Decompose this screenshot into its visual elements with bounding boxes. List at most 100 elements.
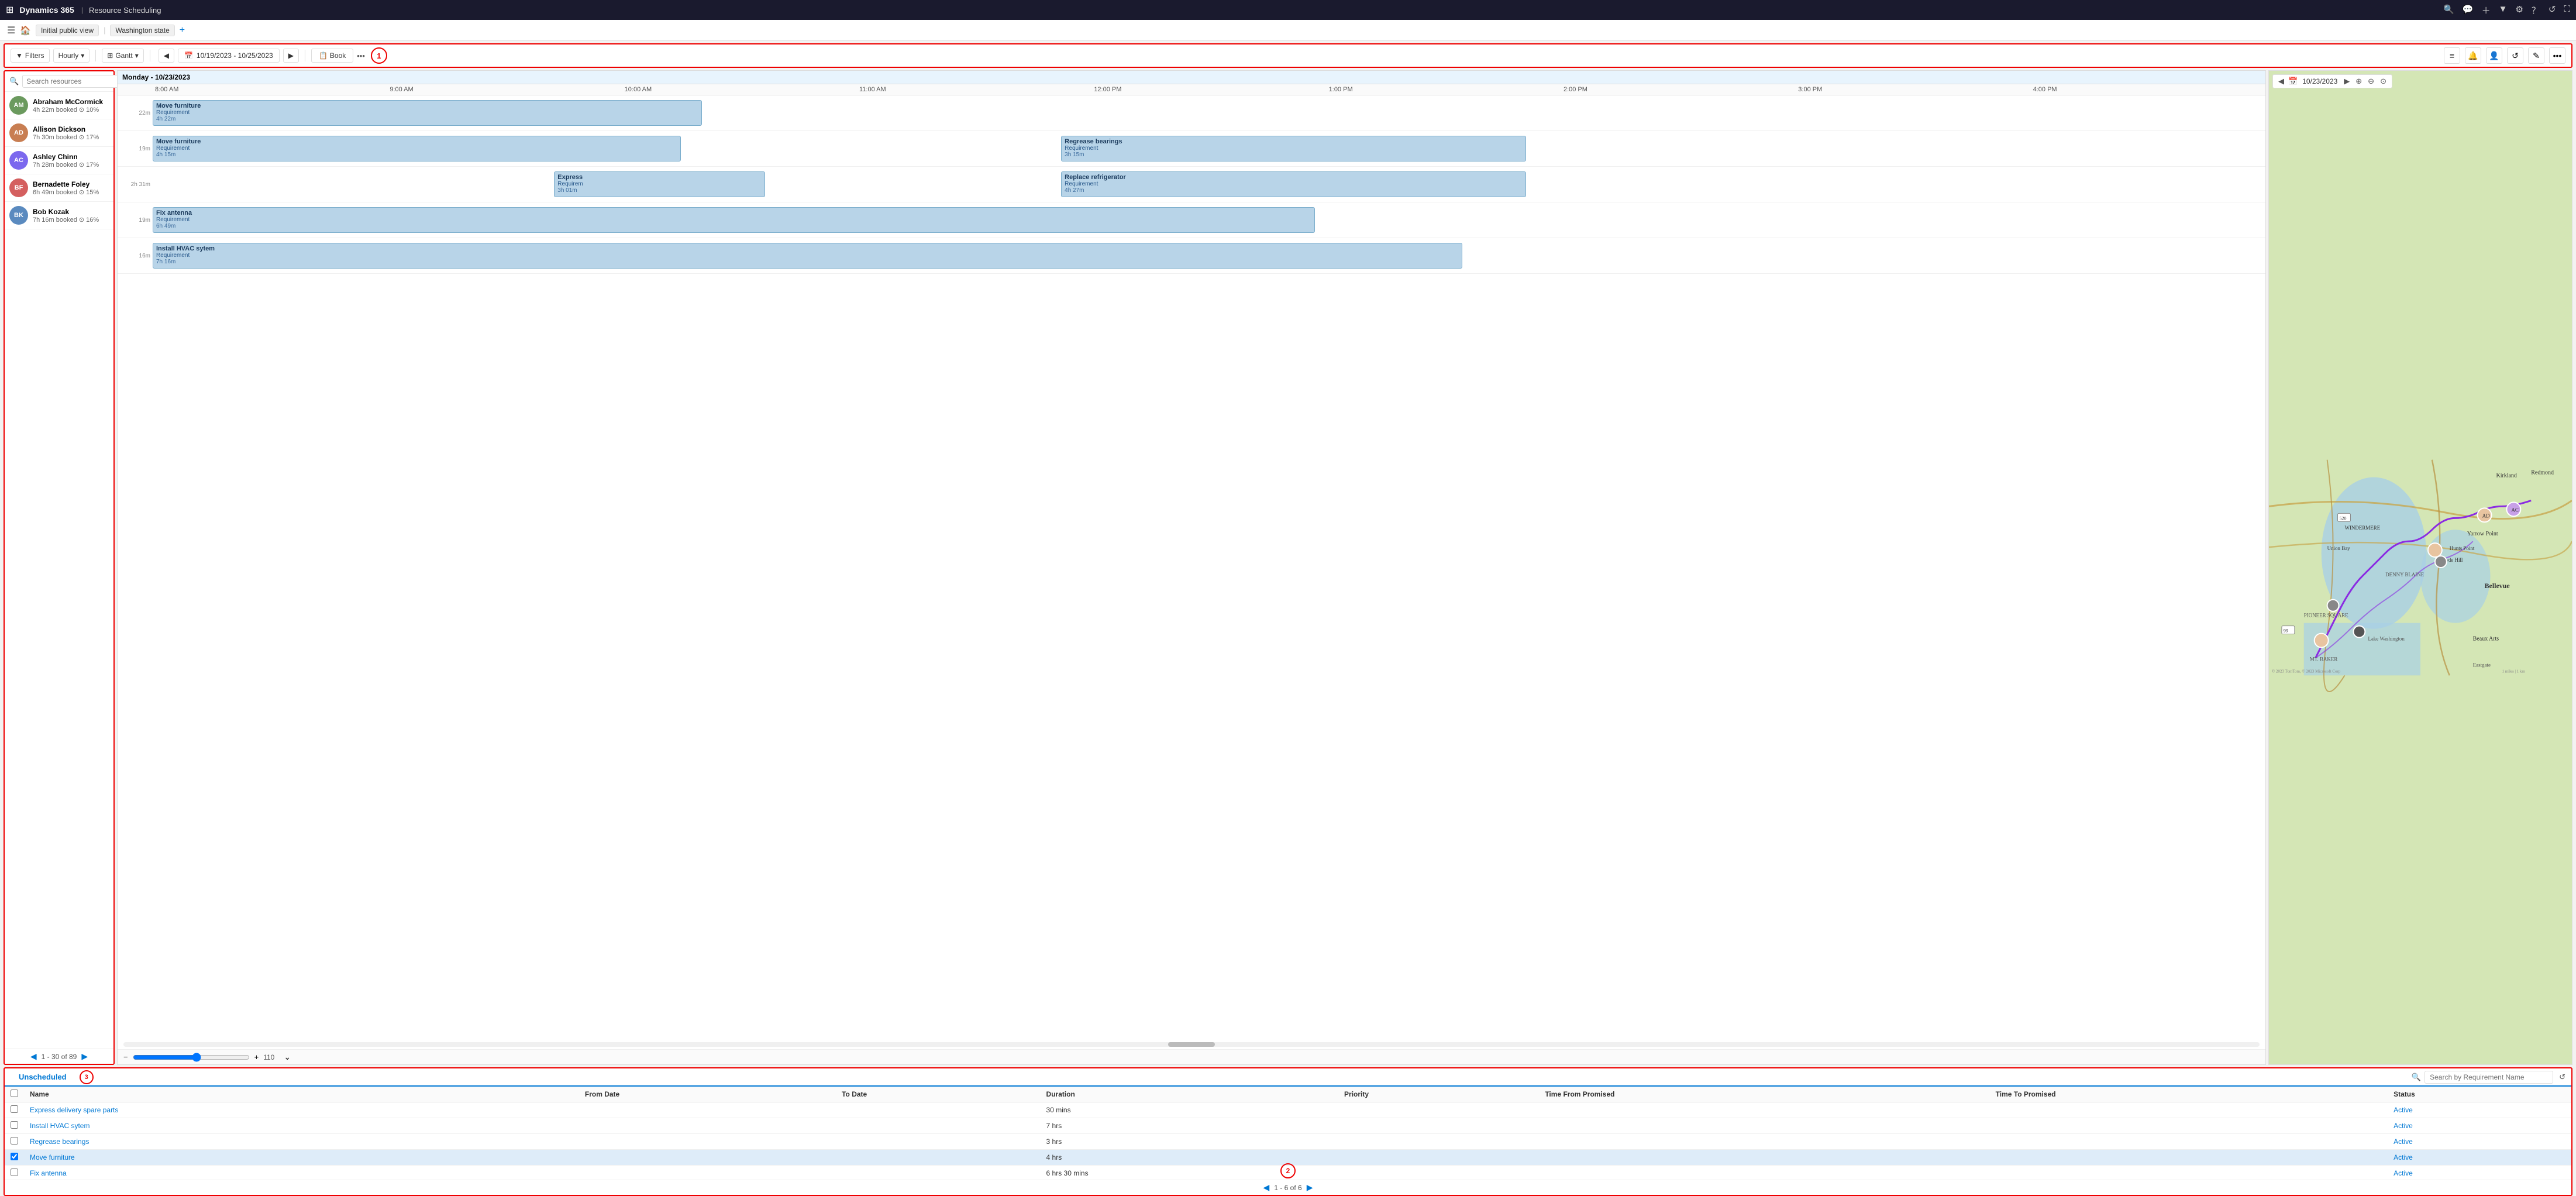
zoom-out-icon[interactable]: − <box>123 1053 128 1061</box>
gantt-block[interactable]: Express Requirem 3h 01m <box>554 171 765 197</box>
hourly-button[interactable]: Hourly ▾ <box>53 49 90 63</box>
filter-nav-icon[interactable]: ▼ <box>2499 4 2508 16</box>
gantt-button[interactable]: ⊞ Gantt ▾ <box>102 49 143 63</box>
refresh-bottom-icon[interactable]: ↺ <box>2559 1073 2565 1082</box>
row-checkbox[interactable] <box>11 1153 18 1160</box>
map-svg: Kirkland Redmond WINDERMERE Union Bay Ya… <box>2269 71 2572 1064</box>
table-row[interactable]: Regrease bearings 3 hrs Active <box>5 1134 2571 1150</box>
prev-date-button[interactable]: ◀ <box>159 49 174 63</box>
svg-text:© 2023 TomTom, © 2023 Microsof: © 2023 TomTom, © 2023 Microsoft Corp <box>2272 669 2341 673</box>
gantt-block[interactable]: Move furniture Requirement 4h 22m <box>153 100 702 126</box>
help-icon[interactable]: ？ <box>2532 4 2540 16</box>
table-header: Name From Date To Date Duration Priority… <box>5 1087 2571 1102</box>
block-time: 4h 22m <box>156 116 698 122</box>
hamburger-icon[interactable]: ☰ <box>7 25 15 36</box>
edit-icon[interactable]: ✎ <box>2528 47 2544 64</box>
col-from-date: From Date <box>579 1087 836 1102</box>
table-row[interactable]: Install HVAC sytem 7 hrs Active <box>5 1118 2571 1134</box>
col-priority: Priority <box>1338 1087 1539 1102</box>
req-name[interactable]: Fix antenna <box>24 1166 579 1180</box>
col-time-to: Time To Promised <box>1990 1087 2388 1102</box>
req-name[interactable]: Move furniture <box>24 1150 579 1166</box>
unscheduled-tab[interactable]: Unscheduled <box>11 1068 75 1087</box>
req-status[interactable]: Active <box>2388 1166 2571 1180</box>
svg-text:Beaux Arts: Beaux Arts <box>2473 636 2499 642</box>
list-view-icon[interactable]: ≡ <box>2444 47 2460 64</box>
map-zoom-in[interactable]: ⊕ <box>2354 77 2364 86</box>
req-status[interactable]: Active <box>2388 1102 2571 1118</box>
search-nav-icon[interactable]: 🔍 <box>2443 4 2454 16</box>
person-icon[interactable]: 👤 <box>2486 47 2502 64</box>
resource-item[interactable]: BF Bernadette Foley 6h 49m booked ⊙ 15% <box>5 174 113 202</box>
add-nav-icon[interactable]: ＋ <box>2482 4 2491 16</box>
table-row[interactable]: Express delivery spare parts 30 mins Act… <box>5 1102 2571 1118</box>
more-icon[interactable]: ••• <box>2549 47 2565 64</box>
resource-pagination: ◀ 1 - 30 of 89 ▶ <box>5 1049 113 1064</box>
gantt-block[interactable]: Install HVAC sytem Requirement 7h 16m <box>153 243 1462 269</box>
filters-button[interactable]: ▼ Filters <box>11 49 50 63</box>
main-toolbar: ▼ Filters Hourly ▾ ⊞ Gantt ▾ ◀ 📅 10/19/2… <box>4 43 2572 68</box>
home-icon[interactable]: 🏠 <box>20 25 31 36</box>
row-checkbox[interactable] <box>11 1168 18 1176</box>
resource-item[interactable]: AD Allison Dickson 7h 30m booked ⊙ 17% <box>5 119 113 147</box>
view1-pill[interactable]: Initial public view <box>36 25 99 36</box>
module-name: Resource Scheduling <box>89 6 161 15</box>
req-status[interactable]: Active <box>2388 1134 2571 1150</box>
block-title: Move furniture <box>156 138 677 145</box>
next-date-button[interactable]: ▶ <box>283 49 299 63</box>
resource-item[interactable]: AM Abraham McCormick 4h 22m booked ⊙ 10% <box>5 92 113 119</box>
notification-icon[interactable]: 🔔 <box>2465 47 2481 64</box>
gantt-block[interactable]: Fix antenna Requirement 6h 49m <box>153 207 1315 233</box>
row-checkbox[interactable] <box>11 1137 18 1145</box>
svg-text:Bellevue: Bellevue <box>2485 582 2510 590</box>
zoom-slider[interactable] <box>133 1053 250 1062</box>
block-time: 3h 15m <box>1065 152 1523 158</box>
req-name[interactable]: Install HVAC sytem <box>24 1118 579 1134</box>
prev-bottom-btn[interactable]: ◀ <box>1263 1183 1270 1192</box>
map-next-btn[interactable]: ▶ <box>2342 77 2351 86</box>
bottom-search: 🔍 ↺ <box>2412 1071 2565 1084</box>
requirement-search-input[interactable] <box>2425 1071 2553 1084</box>
select-all-checkbox[interactable] <box>11 1090 18 1097</box>
map-zoom-out[interactable]: ⊖ <box>2366 77 2376 86</box>
svg-text:Hunts Point: Hunts Point <box>2450 545 2475 551</box>
resource-info: Abraham McCormick 4h 22m booked ⊙ 10% <box>33 98 109 114</box>
settings-icon[interactable]: ⚙ <box>2515 4 2523 16</box>
prev-page-btn[interactable]: ◀ <box>30 1051 37 1061</box>
add-view-btn[interactable]: + <box>180 25 185 36</box>
gantt-block[interactable]: Replace refrigerator Requirement 4h 27m <box>1061 171 1526 197</box>
main-content: 2 🔍 ⇅ AM Abraham McCormick 4h 22m booked… <box>0 69 2576 1066</box>
resource-item[interactable]: AC Ashley Chinn 7h 28m booked ⊙ 17% <box>5 147 113 174</box>
grid-icon[interactable]: ⊞ <box>6 4 13 16</box>
zoom-in-icon[interactable]: + <box>254 1053 259 1061</box>
chat-icon[interactable]: 💬 <box>2463 4 2474 16</box>
expand-icon[interactable]: ⌄ <box>284 1052 291 1062</box>
fullscreen-icon[interactable]: ⛶ <box>2564 4 2570 16</box>
more-options-icon[interactable]: ••• <box>357 51 365 60</box>
view2-pill[interactable]: Washington state <box>110 25 174 36</box>
req-name[interactable]: Regrease bearings <box>24 1134 579 1150</box>
gantt-block[interactable]: Regrease bearings Requirement 3h 15m <box>1061 136 1526 161</box>
req-status[interactable]: Active <box>2388 1118 2571 1134</box>
block-sub: Requirement <box>1065 181 1523 187</box>
next-bottom-btn[interactable]: ▶ <box>1307 1183 1313 1192</box>
req-priority <box>1338 1166 1539 1180</box>
resource-item[interactable]: BK Bob Kozak 7h 16m booked ⊙ 16% <box>5 202 113 229</box>
map-prev-btn[interactable]: ◀ <box>2277 77 2286 86</box>
gantt-block[interactable]: Move furniture Requirement 4h 15m <box>153 136 681 161</box>
next-page-btn[interactable]: ▶ <box>81 1051 88 1061</box>
refresh-view-icon[interactable]: ↺ <box>2507 47 2523 64</box>
row-checkbox[interactable] <box>11 1121 18 1129</box>
refresh-icon[interactable]: ↺ <box>2549 4 2556 16</box>
date-range[interactable]: 📅 10/19/2023 - 10/25/2023 <box>178 49 280 63</box>
block-title: Move furniture <box>156 102 698 109</box>
resource-search-bar: 🔍 ⇅ <box>5 71 113 92</box>
row-label: 16m <box>118 253 153 259</box>
search-input[interactable] <box>22 75 121 88</box>
resource-sub: 7h 16m booked ⊙ 16% <box>33 216 109 224</box>
row-checkbox[interactable] <box>11 1105 18 1113</box>
req-name[interactable]: Express delivery spare parts <box>24 1102 579 1118</box>
req-status[interactable]: Active <box>2388 1150 2571 1166</box>
map-locate-icon[interactable]: ⊙ <box>2378 77 2388 86</box>
book-button[interactable]: 📋 Book <box>311 49 353 63</box>
